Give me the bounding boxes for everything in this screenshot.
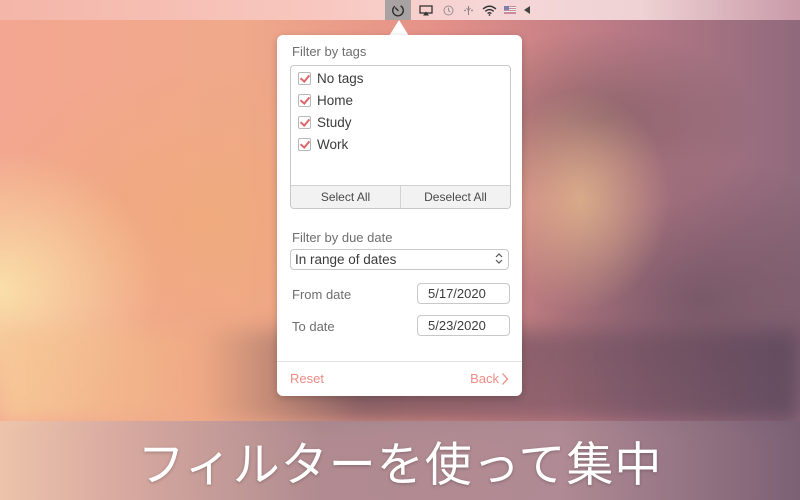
due-date-mode-value: In range of dates <box>295 252 397 267</box>
tag-item-no-tags[interactable]: No tags <box>298 69 364 87</box>
popover-arrow <box>389 20 409 36</box>
back-button-label: Back <box>470 371 499 386</box>
tag-label: No tags <box>317 70 364 86</box>
filter-by-tags-label: Filter by tags <box>292 44 367 59</box>
to-date-field[interactable]: 5/23/2020 <box>417 315 510 336</box>
reset-button[interactable]: Reset <box>290 371 324 386</box>
tag-item-work[interactable]: Work <box>298 135 348 153</box>
time-machine-icon[interactable] <box>441 0 455 20</box>
tag-item-study[interactable]: Study <box>298 113 352 131</box>
footer-divider <box>277 361 522 362</box>
to-date-label: To date <box>292 319 335 334</box>
tag-item-home[interactable]: Home <box>298 91 353 109</box>
checkbox-checked-icon[interactable] <box>298 115 311 129</box>
chevron-right-icon <box>501 372 509 386</box>
due-date-mode-select[interactable]: In range of dates <box>290 249 509 270</box>
from-date-label: From date <box>292 287 352 302</box>
flag-us-icon[interactable] <box>503 0 517 20</box>
tag-label: Home <box>317 92 354 108</box>
app-timer-icon[interactable] <box>385 0 411 20</box>
select-all-button[interactable]: Select All <box>291 186 400 208</box>
checkbox-checked-icon[interactable] <box>298 93 311 107</box>
bluetooth-icon[interactable] <box>461 0 475 20</box>
back-button[interactable]: Back <box>470 371 509 386</box>
checkbox-checked-icon[interactable] <box>298 137 311 151</box>
deselect-all-button[interactable]: Deselect All <box>400 186 510 208</box>
from-date-field[interactable]: 5/17/2020 <box>417 283 510 304</box>
tag-label: Work <box>317 136 349 152</box>
up-down-chevron-icon <box>495 252 503 265</box>
filter-by-due-date-label: Filter by due date <box>292 230 393 245</box>
filter-popover: Filter by tags No tags Home Study Work S… <box>277 35 522 396</box>
tags-list: No tags Home Study Work Select All Desel… <box>290 65 511 209</box>
promo-caption: フィルターを使って集中 <box>137 438 663 493</box>
wifi-icon[interactable] <box>480 0 498 20</box>
menu-bar <box>0 0 800 20</box>
airplay-icon[interactable] <box>418 0 434 20</box>
checkbox-checked-icon[interactable] <box>298 71 311 85</box>
volume-icon[interactable] <box>522 0 532 20</box>
tag-label: Study <box>317 114 352 130</box>
tags-button-row: Select All Deselect All <box>291 185 510 208</box>
